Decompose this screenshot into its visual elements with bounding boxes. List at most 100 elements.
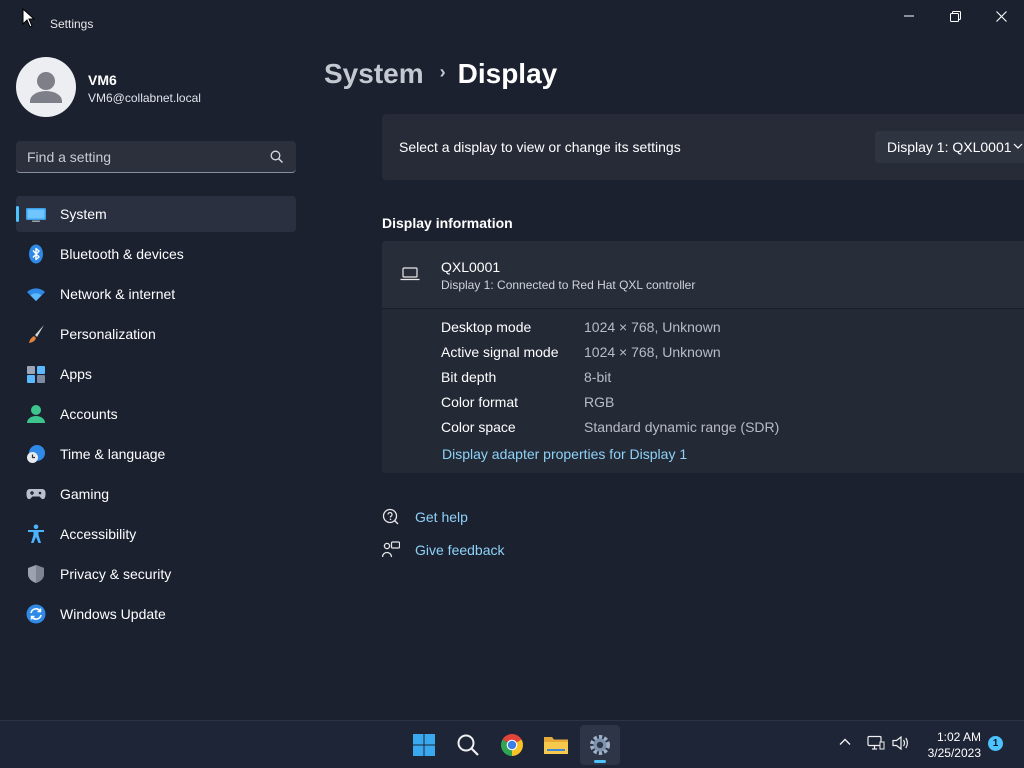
select-display-card: Select a display to view or change its s… bbox=[382, 114, 1024, 180]
volume-icon[interactable] bbox=[892, 735, 910, 751]
mouse-cursor-icon bbox=[22, 8, 36, 28]
display-properties: Desktop mode 1024 × 768, Unknown Active … bbox=[441, 319, 1001, 444]
give-feedback-label: Give feedback bbox=[415, 542, 505, 558]
update-icon bbox=[26, 604, 46, 624]
sidebar-item-system[interactable]: System bbox=[16, 196, 296, 232]
title-bar: Settings bbox=[0, 0, 1024, 48]
property-key: Color space bbox=[441, 419, 516, 435]
sidebar-item-privacy[interactable]: Privacy & security bbox=[16, 556, 296, 592]
sidebar-item-network[interactable]: Network & internet bbox=[16, 276, 296, 312]
sidebar-item-label: Accounts bbox=[60, 406, 118, 422]
section-title: Display information bbox=[382, 215, 513, 231]
paintbrush-icon bbox=[29, 325, 44, 343]
sidebar-item-label: Windows Update bbox=[60, 606, 166, 622]
breadcrumb-parent[interactable]: System bbox=[324, 58, 424, 89]
breadcrumb: System › Display bbox=[324, 58, 557, 90]
app-title: Settings bbox=[50, 17, 94, 31]
chrome-button[interactable] bbox=[492, 725, 532, 765]
device-name: QXL0001 bbox=[441, 259, 501, 275]
property-key: Bit depth bbox=[441, 369, 497, 385]
property-value: 1024 × 768, Unknown bbox=[584, 344, 721, 360]
bluetooth-icon bbox=[29, 244, 43, 264]
notification-badge[interactable]: 1 bbox=[988, 736, 1003, 751]
sidebar-item-label: Network & internet bbox=[60, 286, 176, 302]
clock-date[interactable]: 3/25/2023 bbox=[924, 746, 981, 760]
search-icon bbox=[270, 150, 283, 163]
avatar[interactable] bbox=[16, 57, 76, 117]
search-input[interactable]: Find a setting bbox=[16, 141, 296, 173]
sidebar-item-windows-update[interactable]: Windows Update bbox=[16, 596, 296, 632]
property-key: Active signal mode bbox=[441, 344, 559, 360]
sidebar-item-time-language[interactable]: Time & language bbox=[16, 436, 296, 472]
start-icon bbox=[413, 734, 435, 756]
sidebar-item-accessibility[interactable]: Accessibility bbox=[16, 516, 296, 552]
property-row: Active signal mode 1024 × 768, Unknown bbox=[441, 344, 1001, 369]
property-key: Color format bbox=[441, 394, 519, 410]
display-dropdown-value: Display 1: QXL0001 bbox=[887, 139, 1012, 155]
sidebar-item-label: System bbox=[60, 206, 107, 222]
network-icon[interactable] bbox=[867, 735, 885, 751]
globe-clock-icon bbox=[27, 445, 45, 463]
taskbar: 1:02 AM 3/25/2023 bbox=[0, 720, 1024, 768]
settings-icon bbox=[590, 735, 610, 755]
start-button[interactable] bbox=[404, 725, 444, 765]
active-app-indicator bbox=[594, 760, 606, 763]
minimize-button[interactable] bbox=[886, 0, 932, 32]
chevron-up-icon[interactable] bbox=[838, 735, 852, 749]
sidebar-item-bluetooth[interactable]: Bluetooth & devices bbox=[16, 236, 296, 272]
apps-icon bbox=[27, 366, 45, 383]
file-explorer-button[interactable] bbox=[536, 725, 576, 765]
accessibility-icon bbox=[28, 524, 44, 543]
sidebar-nav: System Bluetooth & devices Network & int… bbox=[16, 196, 296, 636]
property-value: 8-bit bbox=[584, 369, 612, 385]
settings-window: Settings VM6 VM6@collabnet.local Find a … bbox=[0, 0, 1024, 720]
clock-time[interactable]: 1:02 AM bbox=[928, 730, 981, 744]
laptop-icon bbox=[400, 267, 420, 281]
breadcrumb-separator-icon: › bbox=[439, 62, 446, 82]
sidebar-item-label: Privacy & security bbox=[60, 566, 172, 582]
restore-button[interactable] bbox=[932, 0, 978, 32]
property-value: 1024 × 768, Unknown bbox=[584, 319, 721, 335]
sidebar-item-apps[interactable]: Apps bbox=[16, 356, 296, 392]
accounts-icon bbox=[27, 405, 45, 423]
chrome-icon bbox=[501, 734, 523, 756]
display-info-header: QXL0001 Display 1: Connected to Red Hat … bbox=[382, 241, 1024, 309]
sidebar-item-label: Personalization bbox=[60, 326, 156, 342]
property-row: Color space Standard dynamic range (SDR) bbox=[441, 419, 1001, 444]
display-dropdown[interactable]: Display 1: QXL0001 bbox=[875, 131, 1024, 163]
wifi-icon bbox=[27, 288, 45, 301]
search-placeholder: Find a setting bbox=[27, 149, 112, 165]
sidebar-item-personalization[interactable]: Personalization bbox=[16, 316, 296, 352]
adapter-properties-link[interactable]: Display adapter properties for Display 1 bbox=[442, 446, 687, 462]
user-name: VM6 bbox=[88, 72, 117, 88]
restore-icon bbox=[949, 10, 961, 22]
display-info-card: QXL0001 Display 1: Connected to Red Hat … bbox=[382, 241, 1024, 473]
close-button[interactable] bbox=[978, 0, 1024, 32]
search-icon bbox=[457, 734, 479, 756]
user-icon bbox=[30, 72, 62, 103]
sidebar-item-label: Time & language bbox=[60, 446, 166, 462]
sidebar-item-label: Accessibility bbox=[60, 526, 137, 542]
sidebar-item-label: Bluetooth & devices bbox=[60, 246, 184, 262]
property-value: Standard dynamic range (SDR) bbox=[584, 419, 780, 435]
system-monitor-icon bbox=[26, 208, 46, 222]
select-display-label: Select a display to view or change its s… bbox=[399, 139, 681, 155]
sidebar-item-gaming[interactable]: Gaming bbox=[16, 476, 296, 512]
property-row: Desktop mode 1024 × 768, Unknown bbox=[441, 319, 1001, 344]
sidebar-item-accounts[interactable]: Accounts bbox=[16, 396, 296, 432]
settings-taskbar-button[interactable] bbox=[580, 725, 620, 765]
feedback-icon bbox=[382, 541, 400, 558]
shield-icon bbox=[28, 565, 44, 583]
page-title: Display bbox=[457, 58, 558, 89]
help-chat-icon bbox=[382, 508, 399, 525]
file-explorer-icon bbox=[544, 737, 568, 754]
property-value: RGB bbox=[584, 394, 615, 410]
taskbar-search-button[interactable] bbox=[448, 725, 488, 765]
property-row: Color format RGB bbox=[441, 394, 1001, 419]
device-subtitle: Display 1: Connected to Red Hat QXL cont… bbox=[441, 278, 696, 292]
chevron-down-icon bbox=[1013, 143, 1023, 149]
get-help-label: Get help bbox=[415, 509, 468, 525]
close-icon bbox=[995, 10, 1007, 22]
property-row: Bit depth 8-bit bbox=[441, 369, 1001, 394]
minimize-icon bbox=[904, 15, 914, 17]
